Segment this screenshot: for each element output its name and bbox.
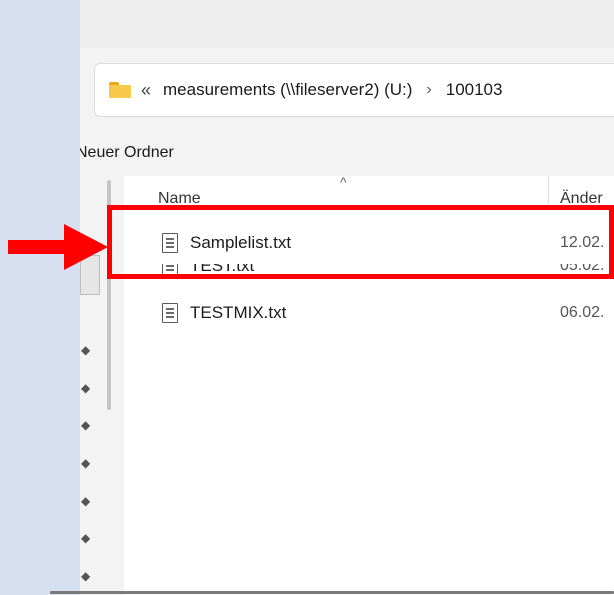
file-date: 06.02.: [560, 304, 605, 321]
pin-icon[interactable]: ◆: [81, 418, 90, 432]
pin-icon[interactable]: ◆: [81, 531, 90, 545]
text-file-icon: [162, 303, 178, 323]
horizontal-scrollbar[interactable]: [50, 591, 614, 594]
background-strip: [0, 0, 80, 595]
address-bar[interactable]: « measurements (\\fileserver2) (U:) › 10…: [94, 63, 614, 117]
column-divider[interactable]: [548, 176, 549, 206]
chevron-right-icon[interactable]: ›: [426, 81, 431, 99]
pin-icon[interactable]: ◆: [81, 494, 90, 508]
screenshot-stage: « measurements (\\fileserver2) (U:) › 10…: [0, 0, 614, 595]
title-bar: [80, 0, 614, 48]
file-row[interactable]: TESTMIX.txt 06.02.: [124, 298, 614, 330]
pointer-arrow-icon: [8, 224, 108, 270]
pin-icon[interactable]: ◆: [81, 381, 90, 395]
command-bar: Neuer Ordner: [80, 130, 614, 176]
highlight-annotation-box: [107, 205, 614, 279]
pin-icon[interactable]: ◆: [81, 343, 90, 357]
breadcrumb-overflow-button[interactable]: «: [141, 80, 151, 101]
breadcrumb-measurements[interactable]: measurements (\\fileserver2) (U:): [163, 80, 412, 100]
pin-icon[interactable]: ◆: [81, 456, 90, 470]
breadcrumb-100103[interactable]: 100103: [446, 80, 503, 100]
file-explorer-window: « measurements (\\fileserver2) (U:) › 10…: [80, 0, 614, 595]
sort-ascending-icon: ^: [340, 174, 347, 190]
file-name[interactable]: TESTMIX.txt: [190, 303, 286, 323]
pin-icon[interactable]: ◆: [81, 569, 90, 583]
folder-icon: [109, 82, 131, 98]
new-folder-button[interactable]: Neuer Ordner: [80, 144, 174, 162]
